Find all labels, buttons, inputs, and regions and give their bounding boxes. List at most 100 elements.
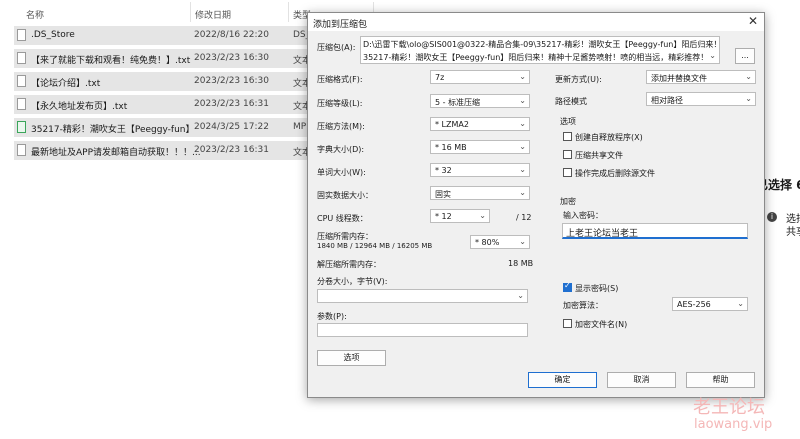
- file-name: 最新地址及APP请发邮箱自动获取！！！...: [31, 148, 201, 158]
- close-button[interactable]: ✕: [748, 14, 758, 28]
- archive-path-combobox[interactable]: D:\迅雷下载\olo@SIS001@0322-精品合集-09\35217-精彩…: [360, 36, 720, 64]
- level-select[interactable]: 5 - 标准压缩 ⌄: [430, 94, 530, 108]
- audio-file-icon: [17, 121, 26, 133]
- file-date: 2023/2/23 16:31: [194, 145, 269, 155]
- threads-select[interactable]: * 12 ⌄: [430, 209, 490, 223]
- chevron-down-icon: ⌄: [519, 96, 526, 105]
- solid-value: 固实: [435, 190, 451, 199]
- password-label: 输入密码：: [563, 211, 603, 220]
- word-select[interactable]: * 32 ⌄: [430, 163, 530, 177]
- archive-path-edit[interactable]: 35217-精彩！潮吹女王【Peeggy-fun】阳后归来！精神十足酱势喷射！喷…: [363, 52, 707, 63]
- delete-source-checkbox[interactable]: [563, 168, 572, 177]
- pathmode-label: 路径模式: [555, 97, 587, 106]
- dict-value: * 16 MB: [435, 143, 467, 152]
- solid-select[interactable]: 固实 ⌄: [430, 186, 530, 200]
- dialog-title-bar[interactable]: 添加到压缩包 ✕: [308, 13, 764, 31]
- password-input[interactable]: 上老王论坛当老王: [562, 223, 748, 239]
- encrypt-names-label[interactable]: 加密文件名(N): [575, 319, 627, 330]
- options-group-title: 选项: [560, 117, 576, 126]
- method-select[interactable]: * LZMA2 ⌄: [430, 117, 530, 131]
- text-file-icon: [17, 75, 26, 87]
- password-value: 上老王论坛当老王: [566, 229, 639, 239]
- column-divider[interactable]: [190, 2, 191, 22]
- mem-decomp-value: 18 MB: [508, 259, 534, 268]
- text-file-icon: [17, 52, 26, 64]
- chevron-down-icon: ⌄: [517, 291, 524, 300]
- mem-comp-value: 1840 MB / 12964 MB / 16205 MB: [317, 242, 433, 250]
- watermark-url: laowang.vip: [694, 417, 773, 432]
- show-password-label[interactable]: 显示密码(S): [575, 283, 618, 294]
- level-label: 压缩等级(L):: [317, 99, 363, 108]
- delete-source-label[interactable]: 操作完成后删除源文件: [575, 168, 655, 179]
- file-date: 2022/8/16 22:20: [194, 30, 269, 40]
- file-name: 【永久地址发布页】.txt: [31, 102, 128, 112]
- options-button[interactable]: 选项: [317, 350, 386, 366]
- memory-percent-value: * 80%: [475, 238, 500, 247]
- volume-size-select[interactable]: ⌄: [317, 289, 528, 303]
- chevron-down-icon: ⌄: [745, 72, 752, 81]
- info-icon: i: [767, 212, 777, 222]
- format-select[interactable]: 7z ⌄: [430, 70, 530, 84]
- update-value: 添加并替换文件: [651, 74, 707, 83]
- browse-button[interactable]: ...: [735, 48, 755, 64]
- shared-label[interactable]: 压缩共享文件: [575, 150, 623, 161]
- file-name: 【论坛介绍】.txt: [31, 79, 101, 89]
- threads-value: * 12: [435, 212, 452, 221]
- encryption-method-label: 加密算法：: [563, 301, 603, 310]
- watermark-text: 老王论坛: [693, 397, 765, 418]
- update-select[interactable]: 添加并替换文件 ⌄: [646, 70, 756, 84]
- show-password-checkbox[interactable]: [563, 281, 572, 292]
- chevron-down-icon: ⌄: [519, 72, 526, 81]
- format-value: 7z: [435, 73, 445, 82]
- method-label: 压缩方法(M):: [317, 122, 365, 131]
- file-name: 35217-精彩！潮吹女王【Peeggy-fun】: [31, 125, 195, 135]
- encryption-group-title: 加密: [560, 197, 576, 206]
- word-value: * 32: [435, 166, 452, 175]
- memory-percent-select[interactable]: * 80% ⌄: [470, 235, 530, 249]
- file-date: 2023/2/23 16:30: [194, 53, 269, 63]
- dict-select[interactable]: * 16 MB ⌄: [430, 140, 530, 154]
- chevron-down-icon: ⌄: [519, 237, 526, 246]
- format-label: 压缩格式(F):: [317, 75, 363, 84]
- pathmode-select[interactable]: 相对路径 ⌄: [646, 92, 756, 106]
- column-date-header[interactable]: 修改日期: [195, 8, 231, 21]
- dict-label: 字典大小(D):: [317, 145, 365, 154]
- chevron-down-icon[interactable]: ⌄: [709, 51, 716, 60]
- method-value: * LZMA2: [435, 120, 469, 129]
- column-divider[interactable]: [288, 2, 289, 22]
- params-label: 参数(P):: [317, 312, 347, 321]
- text-file-icon: [17, 98, 26, 110]
- chevron-down-icon: ⌄: [519, 142, 526, 151]
- file-type: MP: [293, 122, 307, 132]
- file-date: 2023/2/23 16:30: [194, 76, 269, 86]
- chevron-down-icon: ⌄: [519, 188, 526, 197]
- params-input[interactable]: [317, 323, 528, 337]
- shared-checkbox[interactable]: [563, 150, 572, 159]
- solid-label: 固实数据大小：: [317, 191, 373, 200]
- sfx-label[interactable]: 创建自释放程序(X): [575, 132, 643, 143]
- archive-label: 压缩包(A):: [317, 43, 356, 52]
- help-button[interactable]: 帮助: [686, 372, 755, 388]
- chevron-down-icon: ⌄: [479, 211, 486, 220]
- threads-max: / 12: [516, 213, 532, 222]
- pathmode-value: 相对路径: [651, 96, 683, 105]
- text-file-icon: [17, 144, 26, 156]
- update-label: 更新方式(U):: [555, 75, 602, 84]
- sfx-checkbox[interactable]: [563, 132, 572, 141]
- level-value: 5 - 标准压缩: [435, 98, 481, 107]
- column-name-header[interactable]: 名称: [26, 8, 44, 21]
- file-name: 【来了就能下载和观看！纯免费！】.txt: [31, 56, 191, 66]
- cancel-button[interactable]: 取消: [607, 372, 676, 388]
- encryption-method-select[interactable]: AES-256 ⌄: [672, 297, 748, 311]
- chevron-down-icon: ⌄: [519, 119, 526, 128]
- file-date: 2023/2/23 16:31: [194, 99, 269, 109]
- mem-comp-label: 压缩所需内存：: [317, 232, 373, 241]
- details-text: 共享: [786, 227, 800, 238]
- word-label: 单词大小(W):: [317, 168, 366, 177]
- encrypt-names-checkbox[interactable]: [563, 319, 572, 328]
- file-name: .DS_Store: [31, 30, 75, 40]
- volume-label: 分卷大小，字节(V):: [317, 277, 388, 286]
- threads-label: CPU 线程数：: [317, 214, 368, 223]
- ok-button[interactable]: 确定: [528, 372, 597, 388]
- encryption-method-value: AES-256: [677, 300, 711, 309]
